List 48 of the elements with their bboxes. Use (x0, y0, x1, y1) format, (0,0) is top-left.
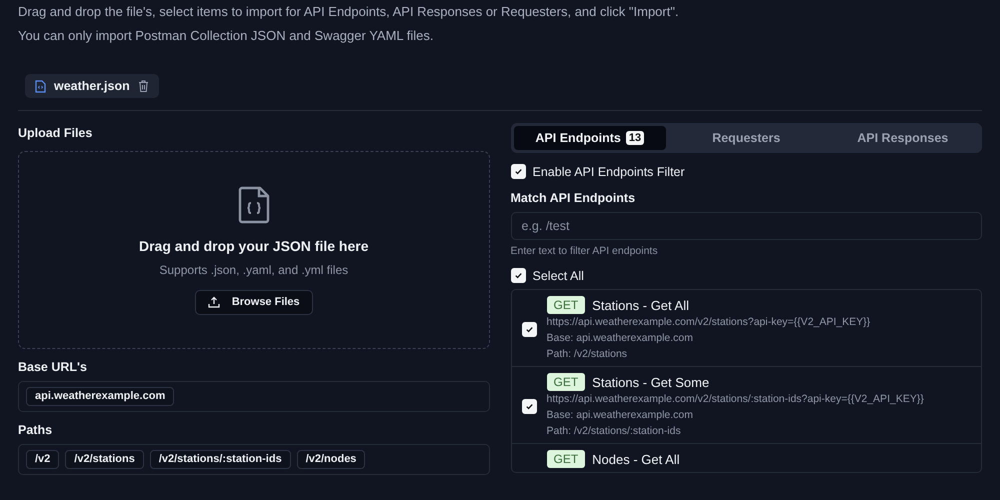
checkbox[interactable] (510, 268, 526, 283)
checkbox[interactable] (522, 398, 536, 414)
check-icon (514, 167, 522, 176)
endpoint-name: Stations - Get Some (592, 374, 710, 390)
checkbox-label: Enable API Endpoints Filter (532, 164, 685, 178)
check-icon (514, 271, 522, 280)
section-title: Upload Files (18, 125, 94, 141)
path-tag: /v2/stations/:station-ids (150, 450, 291, 469)
path-tag: /v2 (26, 450, 60, 469)
file-name: weather.json (54, 79, 130, 93)
checkbox-label: Select All (532, 268, 584, 282)
field-hint: Enter text to filter API endpoints (510, 245, 659, 257)
base-url-tag: api.weatherexample.com (26, 387, 174, 406)
endpoint-url: https://api.weatherexample.com/v2/stations/:station-ids?api-key={{V2_API_KEY}} (546, 392, 924, 407)
method-badge: GET (546, 373, 586, 391)
browse-files-button[interactable]: Browse Files (194, 290, 313, 314)
count-badge: 13 (626, 131, 644, 145)
tab[interactable]: API Responses (826, 126, 979, 150)
drop-title: Drag and drop your JSON file here (139, 238, 368, 254)
drop-hint: Supports .json, .yaml, and .yml files (159, 262, 348, 276)
endpoint-name: Nodes - Get All (592, 452, 680, 466)
field-label: Match API Endpoints (510, 190, 636, 206)
file-icon (35, 80, 46, 92)
method-badge: GET (546, 450, 586, 468)
check-icon (524, 324, 534, 334)
path-tag: /v2/nodes (296, 450, 366, 469)
trash-icon[interactable] (138, 80, 149, 92)
check-icon (524, 402, 534, 410)
tab[interactable]: Requesters (670, 126, 822, 150)
section-title: Base URL's (18, 359, 88, 375)
endpoint-base: Base: api.weatherexample.com (546, 331, 694, 346)
upload-icon (208, 296, 220, 308)
endpoint-name: Stations - Get All (592, 298, 689, 312)
endpoint-path: Path: /v2/stations/:station-ids (546, 424, 682, 439)
path-tag: /v2/stations (65, 450, 144, 469)
drop-zone[interactable]: Drag and drop your JSON file here Supports .json, .yaml, and .yml files Browse Files (18, 151, 490, 349)
checkbox[interactable] (522, 322, 536, 336)
endpoint-base: Base: api.weatherexample.com (546, 408, 694, 423)
description-text: Drag and drop the file's, select items to import for API Endpoints, API Responses or Requesters, and click "Import". (18, 3, 680, 21)
endpoint-url: https://api.weatherexample.com/v2/stations?api-key={{V2_API_KEY}} (546, 315, 870, 330)
code-file-icon (238, 186, 270, 224)
match-endpoints-field[interactable]: e.g. /test (510, 212, 982, 240)
endpoint-path: Path: /v2/stations (546, 347, 628, 362)
checkbox[interactable] (510, 164, 526, 179)
tab[interactable]: API Endpoints 13 (514, 126, 666, 150)
method-badge: GET (546, 296, 586, 314)
section-title: Paths (18, 422, 54, 438)
description-text: You can only import Postman Collection JSON and Swagger YAML files. (18, 27, 434, 45)
